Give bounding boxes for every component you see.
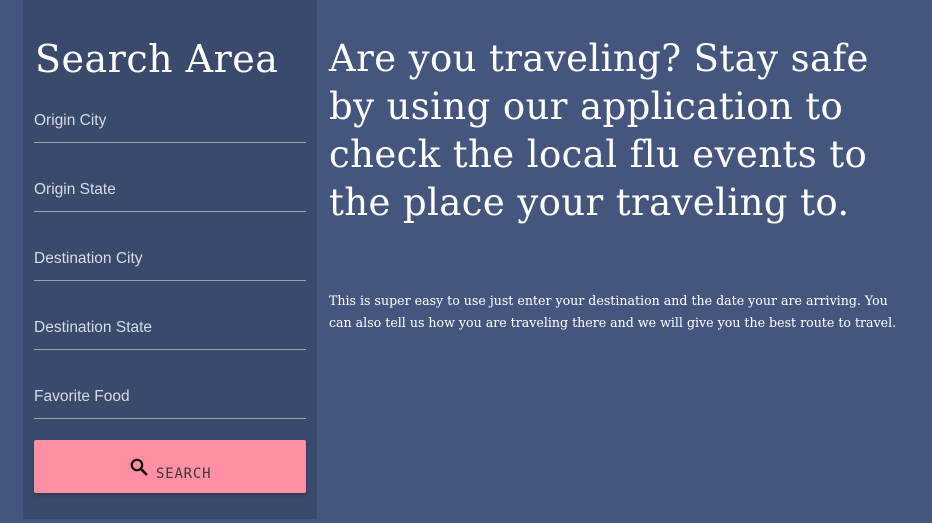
search-button-label: SEARCH (156, 466, 212, 482)
search-icon (129, 457, 149, 477)
field-label: Destination State (34, 319, 153, 336)
search-button[interactable]: SEARCH (34, 440, 306, 493)
field-label: Favorite Food (34, 388, 130, 405)
sidebar-title: Search Area (35, 37, 279, 81)
field-label: Origin City (34, 112, 107, 129)
description-text: This is super easy to use just enter you… (329, 293, 897, 330)
field-underline (34, 142, 306, 143)
headline: Are you traveling? Stay safe by using ou… (329, 37, 869, 224)
field-underline (34, 418, 306, 419)
favorite-food-field[interactable]: Favorite Food (34, 387, 306, 427)
field-label: Origin State (34, 181, 116, 198)
destination-city-field[interactable]: Destination City (34, 249, 306, 289)
origin-state-field[interactable]: Origin State (34, 180, 306, 220)
destination-state-field[interactable]: Destination State (34, 318, 306, 358)
field-label: Destination City (34, 250, 143, 267)
origin-city-field[interactable]: Origin City (34, 111, 306, 151)
field-underline (34, 280, 306, 281)
field-underline (34, 349, 306, 350)
search-sidebar: Search Area Origin City Origin State Des… (23, 0, 317, 519)
field-underline (34, 211, 306, 212)
